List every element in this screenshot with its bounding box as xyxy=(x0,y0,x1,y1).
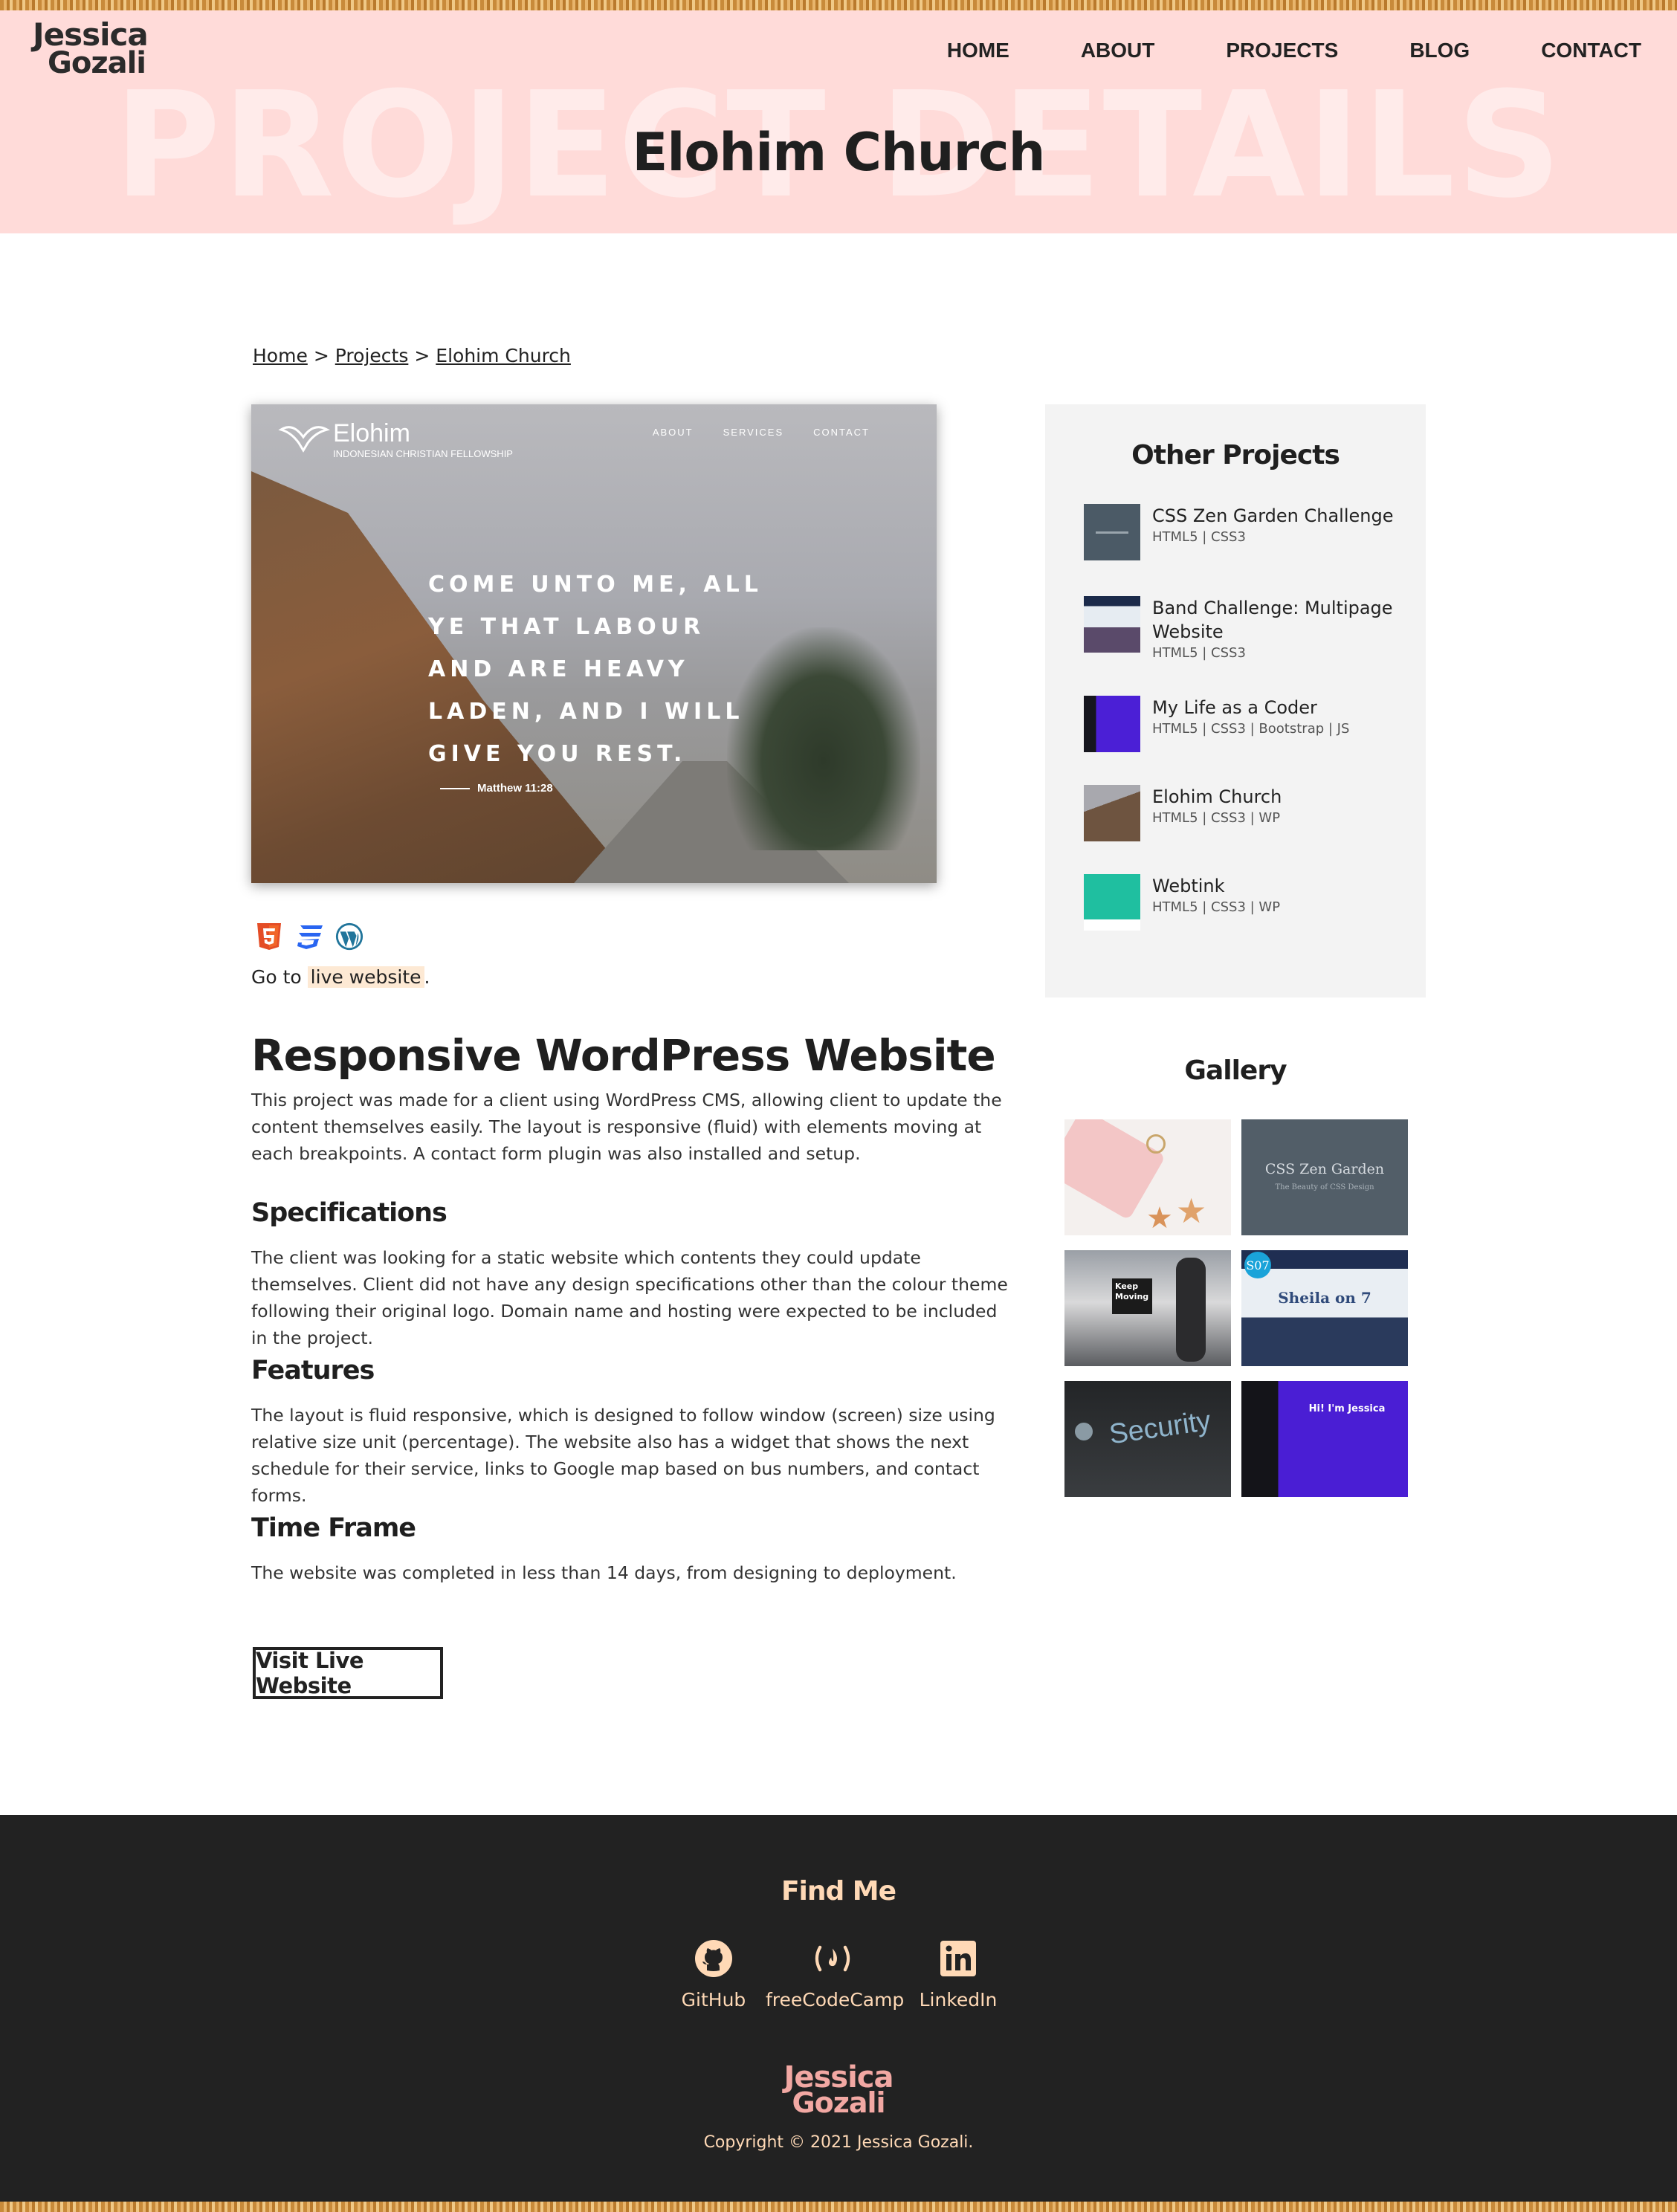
footer-logo[interactable]: Jessica Gozali xyxy=(0,2063,1677,2119)
features-text: The layout is fluid responsive, which is… xyxy=(251,1405,995,1506)
breadcrumb-current[interactable]: Elohim Church xyxy=(436,345,571,366)
specifications-text: The client was looking for a static webs… xyxy=(251,1247,1008,1348)
project-title: My Life as a Coder xyxy=(1152,697,1317,718)
screenshot-nav-services: SERVICES xyxy=(723,427,784,438)
keep-moving-screen: Keep Moving xyxy=(1112,1278,1152,1314)
logo-line-2: Gozali xyxy=(48,46,146,80)
project-item-band-challenge[interactable]: Band Challenge: Multipage Website HTML5 |… xyxy=(1084,596,1411,663)
band-title: Sheila on 7 xyxy=(1278,1289,1371,1307)
screenshot-brand-sub: INDONESIAN CHRISTIAN FELLOWSHIP xyxy=(333,448,513,459)
breadcrumb-home[interactable]: Home xyxy=(253,345,308,366)
github-icon xyxy=(694,1938,734,1979)
screenshot-quote: COME UNTO ME, ALL YE THAT LABOUR AND ARE… xyxy=(428,572,763,767)
visit-live-website-button[interactable]: Visit Live Website xyxy=(253,1647,443,1699)
nav-about[interactable]: ABOUT xyxy=(1081,39,1155,62)
project-heading: Responsive WordPress Website xyxy=(251,1030,996,1081)
project-thumb xyxy=(1084,785,1140,841)
css3-icon xyxy=(294,922,324,951)
coder-hi-text: Hi! I'm Jessica xyxy=(1308,1403,1386,1414)
gallery-image-desk[interactable]: ★ ★ xyxy=(1064,1119,1231,1235)
project-tags: HTML5 | CSS3 | Bootstrap | JS xyxy=(1152,721,1350,737)
project-title: Band Challenge: Multipage Website xyxy=(1152,598,1393,642)
tech-icons xyxy=(254,922,364,951)
html5-icon xyxy=(254,922,284,951)
wordpress-icon xyxy=(335,922,364,951)
project-screenshot: Elohim INDONESIAN CHRISTIAN FELLOWSHIP A… xyxy=(251,404,937,883)
screenshot-nav-about: ABOUT xyxy=(652,427,694,438)
footer-logo-line-2: Gozali xyxy=(792,2086,885,2119)
project-thumb xyxy=(1084,874,1140,931)
features-heading: Features xyxy=(251,1356,375,1385)
band-logo: S07 xyxy=(1244,1252,1271,1278)
project-title: Elohim Church xyxy=(1152,786,1282,807)
page-hero: PROJECT DETAILS Jessica Gozali HOME ABOU… xyxy=(0,10,1677,233)
breadcrumb-separator: > xyxy=(313,345,329,366)
github-label: GitHub xyxy=(681,1989,746,2011)
goto-suffix: . xyxy=(424,966,430,988)
elohim-logo-icon xyxy=(278,426,330,453)
linkedin-icon xyxy=(938,1938,978,1979)
screenshot-quote-ref: Matthew 11:28 xyxy=(440,782,553,795)
project-thumb xyxy=(1084,504,1140,560)
gallery-image-band[interactable]: S07 Sheila on 7 xyxy=(1241,1250,1408,1366)
other-projects-title: Other Projects xyxy=(1131,440,1340,470)
top-glitter-border xyxy=(0,0,1677,10)
nav-projects[interactable]: PROJECTS xyxy=(1226,39,1338,62)
logo-line-1: Jessica xyxy=(33,16,149,53)
site-footer: Find Me GitHub freeCodeCamp LinkedIn Jes… xyxy=(0,1815,1677,2202)
project-tags: HTML5 | CSS3 | WP xyxy=(1152,899,1281,915)
freecodecamp-icon xyxy=(812,1938,853,1979)
project-item-elohim-church[interactable]: Elohim Church HTML5 | CSS3 | WP xyxy=(1084,785,1411,841)
project-tags: HTML5 | CSS3 | WP xyxy=(1152,810,1281,826)
project-title: CSS Zen Garden Challenge xyxy=(1152,505,1394,526)
screenshot-nav-contact: CONTACT xyxy=(813,427,870,438)
zen-garden-sub: The Beauty of CSS Design xyxy=(1275,1183,1374,1191)
nav-home[interactable]: HOME xyxy=(947,39,1009,62)
project-thumb xyxy=(1084,596,1140,653)
screenshot-brand-name: Elohim xyxy=(333,419,410,447)
main-nav: HOME ABOUT PROJECTS BLOG CONTACT xyxy=(876,39,1641,62)
linkedin-label: LinkedIn xyxy=(919,1989,998,2011)
project-title: Webtink xyxy=(1152,876,1225,896)
live-website-link[interactable]: live website xyxy=(307,966,424,988)
goto-prefix: Go to xyxy=(251,966,308,988)
specifications-heading: Specifications xyxy=(251,1198,447,1228)
linkedin-link[interactable]: LinkedIn xyxy=(911,1938,1005,2011)
timeframe-text: The website was completed in less than 1… xyxy=(251,1562,957,1583)
bottom-glitter-border xyxy=(0,2202,1677,2212)
gallery-image-coder[interactable]: Hi! I'm Jessica xyxy=(1241,1381,1408,1497)
freecodecamp-label: freeCodeCamp xyxy=(766,1989,905,2011)
project-item-webtink[interactable]: Webtink HTML5 | CSS3 | WP xyxy=(1084,874,1411,931)
project-tags: HTML5 | CSS3 xyxy=(1152,529,1246,545)
project-tags: HTML5 | CSS3 xyxy=(1152,645,1246,661)
zen-garden-title: CSS Zen Garden xyxy=(1264,1161,1385,1177)
timeframe-heading: Time Frame xyxy=(251,1513,416,1543)
gallery-title: Gallery xyxy=(1184,1055,1287,1086)
breadcrumb: Home > Projects > Elohim Church xyxy=(253,345,571,366)
security-text: Security xyxy=(1107,1405,1213,1451)
project-item-life-as-coder[interactable]: My Life as a Coder HTML5 | CSS3 | Bootstr… xyxy=(1084,696,1411,752)
github-link[interactable]: GitHub xyxy=(675,1938,752,2011)
site-logo[interactable]: Jessica Gozali xyxy=(33,16,149,80)
copyright: Copyright © 2021 Jessica Gozali. xyxy=(703,2133,974,2152)
gallery-image-security[interactable]: Security xyxy=(1064,1381,1231,1497)
find-me-title: Find Me xyxy=(781,1876,896,1907)
screenshot-brand: Elohim INDONESIAN CHRISTIAN FELLOWSHIP xyxy=(333,419,513,459)
screenshot-nav: ABOUT SERVICES CONTACT xyxy=(653,427,870,438)
project-intro: This project was made for a client using… xyxy=(251,1090,1002,1164)
project-item-zen-garden[interactable]: CSS Zen Garden Challenge HTML5 | CSS3 xyxy=(1084,504,1411,560)
nav-contact[interactable]: CONTACT xyxy=(1541,39,1641,62)
gallery-image-zen-garden[interactable]: CSS Zen Garden The Beauty of CSS Design xyxy=(1241,1119,1408,1235)
breadcrumb-projects[interactable]: Projects xyxy=(335,345,409,366)
project-thumb xyxy=(1084,696,1140,752)
goto-line: Go to live website. xyxy=(251,966,430,988)
page-title: Elohim Church xyxy=(632,122,1046,183)
nav-blog[interactable]: BLOG xyxy=(1409,39,1470,62)
gallery-image-keep-moving[interactable]: Keep Moving xyxy=(1064,1250,1231,1366)
freecodecamp-link[interactable]: freeCodeCamp xyxy=(766,1938,905,2011)
other-projects-sidebar: Other Projects CSS Zen Garden Challenge H… xyxy=(1045,404,1426,997)
breadcrumb-separator: > xyxy=(414,345,430,366)
